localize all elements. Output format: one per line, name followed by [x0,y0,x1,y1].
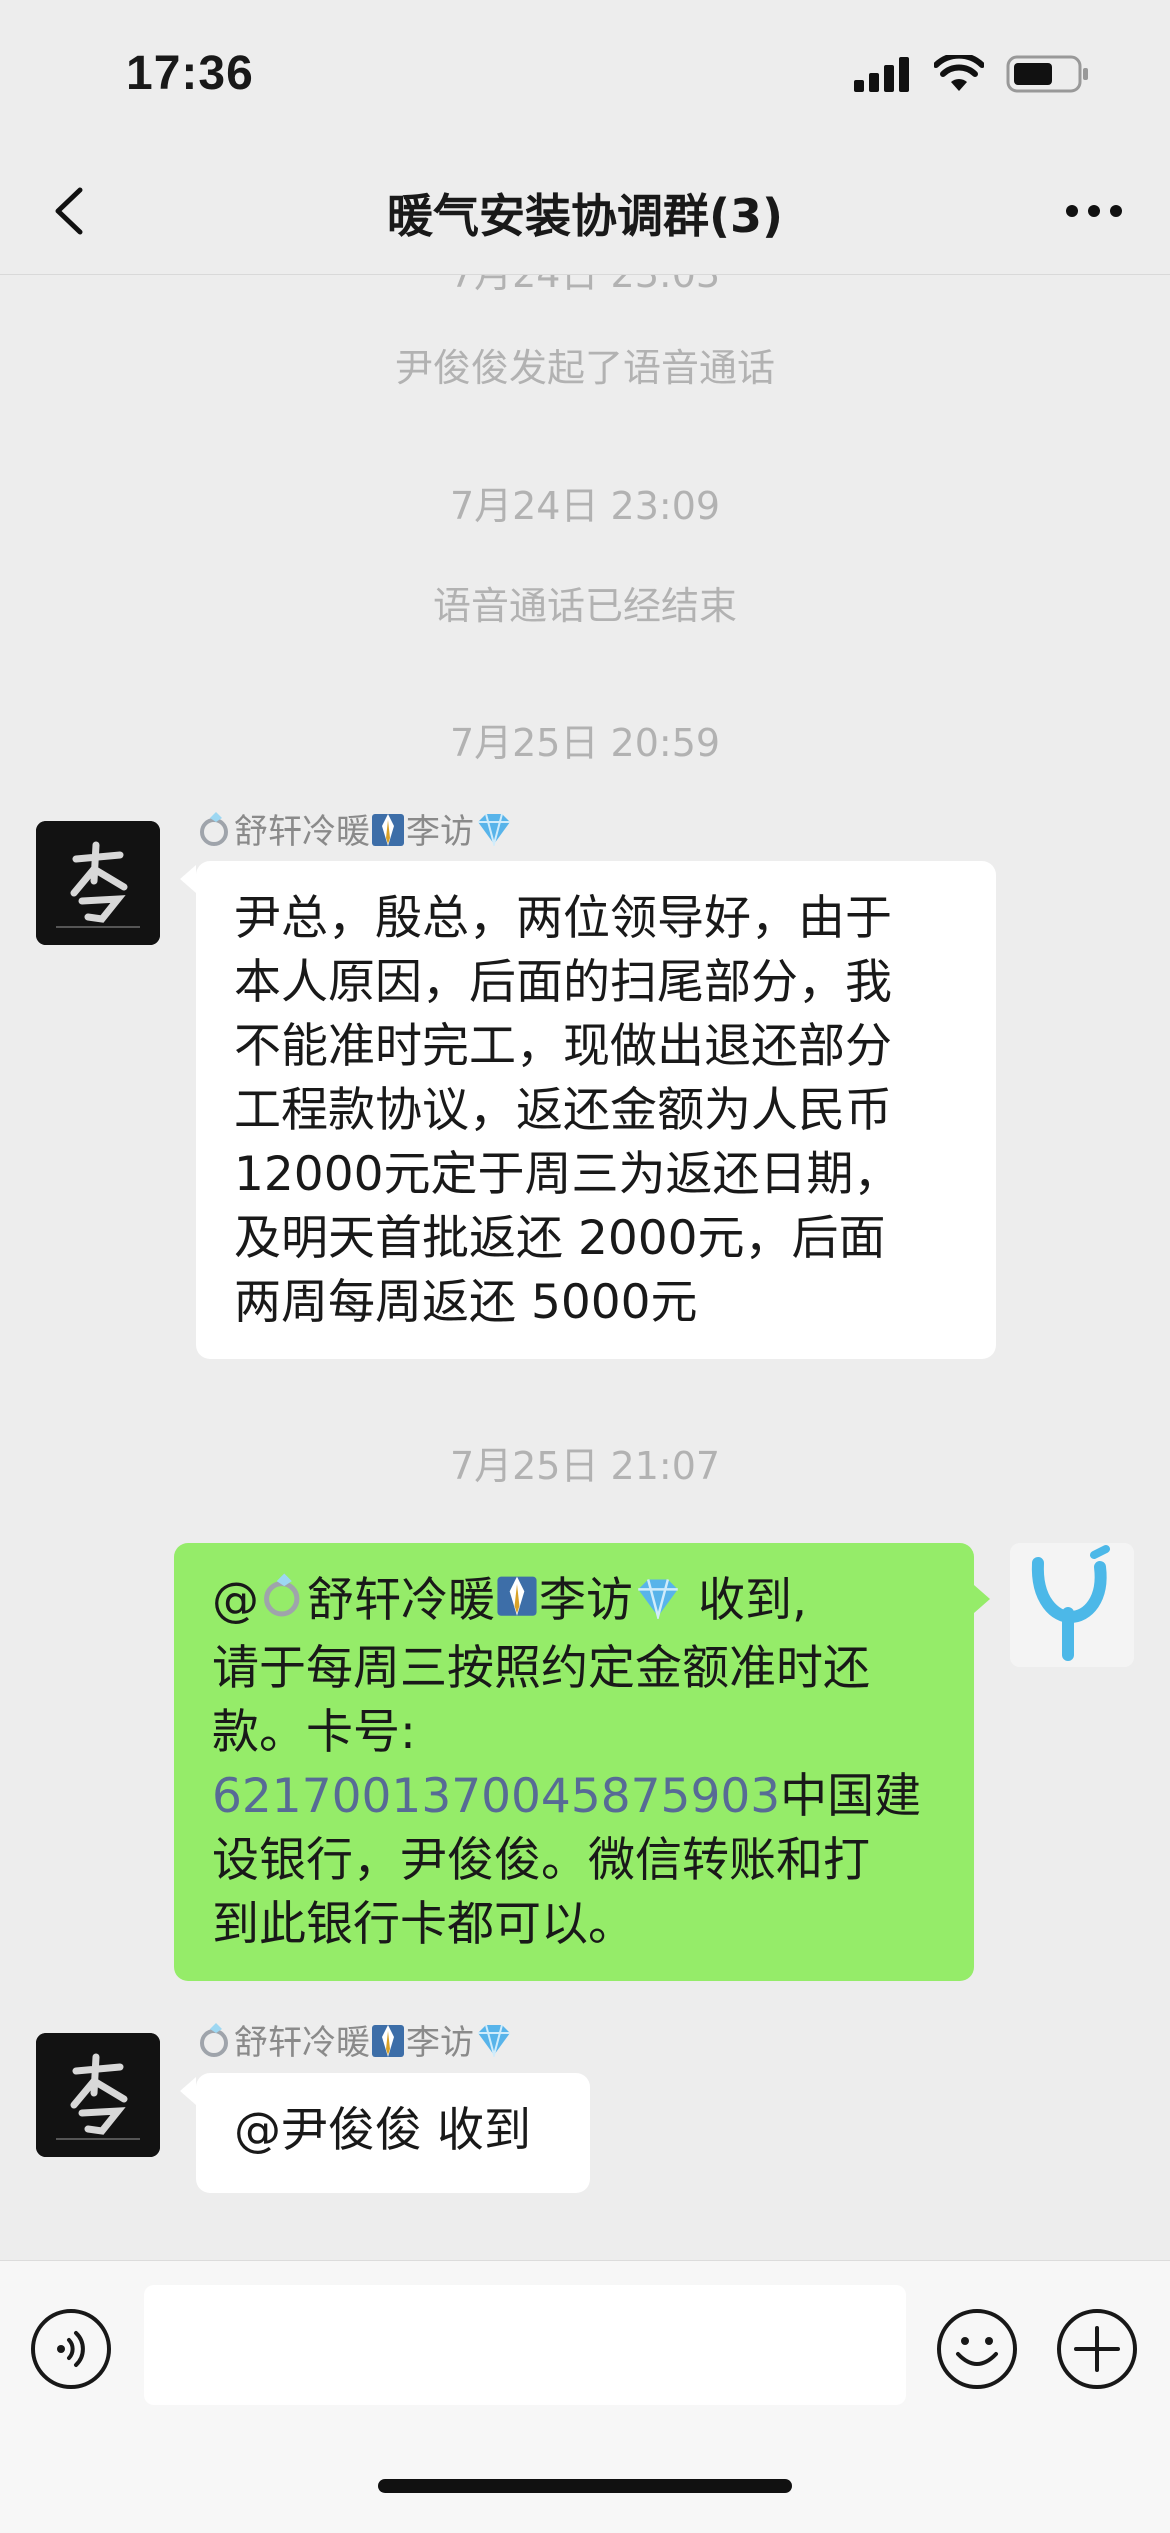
system-message-call-ended: 语音通话已经结束 [432,584,737,628]
home-indicator [378,2479,792,2493]
timestamp: 7月24日 23:09 [449,484,721,528]
message-line: 12000元定于周三为返还日期， [234,1147,901,1202]
sender-name: 舒轩冷暖 李访 [196,804,514,857]
chat-message-list[interactable]: 7月24日 23:03 尹俊俊发起了语音通话 7月24日 23:09 语音通话已… [0,275,1170,2260]
gem-icon [474,812,514,855]
avatar-blue-symbol-icon [1010,1543,1134,1667]
status-bar: 17:36 [0,0,1170,150]
sender-name: 舒轩冷暖 李访 [196,2015,514,2068]
add-more-icon[interactable] [1056,2308,1138,2390]
input-bar [0,2260,1170,2533]
nav-bar: 暖气安装协调群(3) [0,150,1170,275]
message-line: 6217001370045875903中国建 [212,1769,922,1824]
gem-icon [633,1572,683,1636]
ring-icon [196,2021,234,2068]
timestamp: 7月24日 23:03 [0,275,1170,298]
message-bubble-sent[interactable]: @ 舒轩冷暖 李访 收到, 请于每周三按照约定金额准时还 款。卡号: 6217001… [174,1543,974,1981]
timestamp: 7月25日 20:59 [449,721,721,765]
message-input[interactable] [144,2285,906,2405]
status-icons [854,54,1090,94]
more-options-icon[interactable] [1062,186,1126,236]
message-line: 款。卡号: [212,1705,416,1760]
suit-icon [495,1571,539,1636]
ring-icon [259,1570,307,1637]
message-line: 本人原因，后面的扫尾部分，我 [234,955,892,1010]
message-line: 两周每周返还 5000元 [234,1275,698,1330]
wifi-icon [934,55,984,91]
gem-icon [474,2023,514,2066]
cellular-signal-icon [854,57,909,92]
message-line: 尹总，殷总，两位领导好，由于 [234,891,892,946]
message-line: @ 舒轩冷暖 李访 收到, [212,1569,936,1637]
suit-icon [370,2021,406,2068]
card-number-link[interactable]: 6217001370045875903 [212,1769,780,1824]
system-message-call-started: 尹俊俊发起了语音通话 [394,346,775,390]
message-line: 请于每周三按照约定金额准时还 [212,1641,870,1696]
sender-avatar[interactable] [36,2033,160,2157]
voice-input-icon[interactable] [30,2308,112,2390]
message-line: 设银行，尹俊俊。微信转账和打 [212,1833,870,1888]
chat-title: 暖气安装协调群(3) [386,189,784,243]
my-avatar[interactable] [1010,1543,1134,1667]
message-line: 到此银行卡都可以。 [212,1897,635,1952]
battery-icon [1006,55,1088,93]
message-line: 工程款协议，返还金额为人民币 [234,1083,892,1138]
avatar-calligraphy-icon [36,821,160,945]
avatar-calligraphy-icon [36,2033,160,2157]
emoji-icon[interactable] [936,2308,1018,2390]
message-line: 不能准时完工，现做出退还部分 [234,1019,892,1074]
timestamp: 7月25日 21:07 [449,1444,721,1488]
message-bubble[interactable]: 尹总，殷总，两位领导好，由于 本人原因，后面的扫尾部分，我 不能准时完工，现做出… [196,861,996,1359]
message-line: 及明天首批返还 2000元，后面 [234,1211,886,1266]
sender-avatar[interactable] [36,821,160,945]
message-line: @尹俊俊 收到 [234,2103,531,2158]
ring-icon [196,810,234,857]
suit-icon [370,810,406,857]
message-bubble[interactable]: @尹俊俊 收到 [196,2073,590,2193]
status-time: 17:36 [126,47,254,100]
